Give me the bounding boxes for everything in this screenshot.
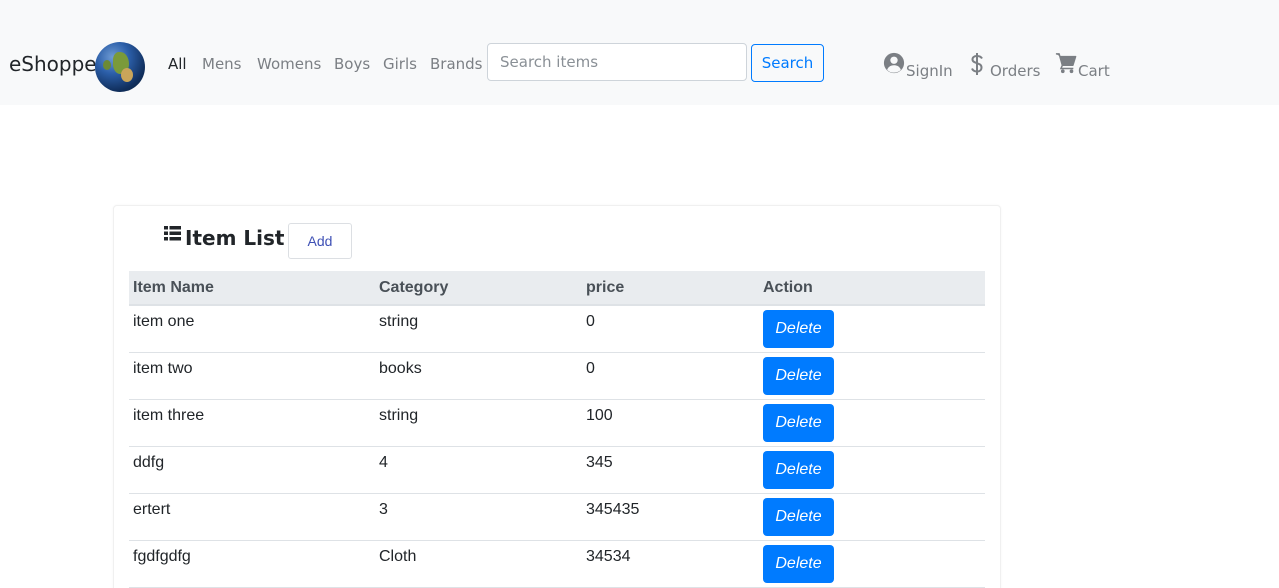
search-button[interactable]: Search [751, 44, 824, 82]
column-header-price: price [582, 271, 759, 306]
delete-button[interactable]: Delete [763, 310, 834, 348]
delete-button[interactable]: Delete [763, 450, 834, 489]
item-name-cell: ertert [129, 493, 375, 541]
cart-link[interactable]: Cart [1055, 52, 1111, 80]
cart-icon [1055, 52, 1077, 78]
action-cell: Delete [759, 352, 985, 400]
price-cell: 0 [582, 305, 759, 353]
nav-link-brands[interactable]: Brands [430, 55, 483, 73]
table-row: item three string 100 Delete [129, 399, 985, 447]
action-cell: Delete [759, 446, 985, 494]
cart-label: Cart [1078, 62, 1110, 80]
items-table: Item Name Category price Action item one… [129, 271, 985, 588]
nav-link-mens[interactable]: Mens [202, 55, 242, 73]
category-cell: string [375, 399, 582, 447]
column-header-item-name: Item Name [129, 271, 375, 306]
nav-link-womens[interactable]: Womens [257, 55, 321, 73]
delete-button[interactable]: Delete [763, 403, 834, 442]
column-header-action: Action [759, 271, 985, 306]
item-name-cell: ddfg [129, 446, 375, 494]
brand-name[interactable]: eShopper [9, 52, 105, 76]
add-item-button[interactable]: Add [288, 223, 352, 259]
category-cell: Cloth [375, 540, 582, 588]
table-row: item one string 0 Delete [129, 305, 985, 353]
user-circle-icon [883, 52, 905, 78]
table-row: ertert 3 345435 Delete [129, 493, 985, 541]
table-row: item two books 0 Delete [129, 352, 985, 400]
item-name-cell: item one [129, 305, 375, 353]
action-cell: Delete [759, 305, 985, 353]
delete-button[interactable]: Delete [763, 544, 834, 583]
category-cell: 3 [375, 493, 582, 541]
action-cell: Delete [759, 540, 985, 588]
item-name-cell: item two [129, 352, 375, 400]
category-cell: books [375, 352, 582, 400]
list-icon [164, 226, 181, 246]
price-cell: 345 [582, 446, 759, 494]
nav-link-girls[interactable]: Girls [383, 55, 417, 73]
item-name-cell: fgdfgdfg [129, 540, 375, 588]
price-cell: 34534 [582, 540, 759, 588]
category-cell: 4 [375, 446, 582, 494]
delete-button[interactable]: Delete [763, 356, 834, 395]
globe-logo-icon[interactable] [95, 42, 145, 92]
orders-link[interactable]: Orders [970, 52, 1042, 80]
item-name-cell: item three [129, 399, 375, 447]
signin-label: SignIn [906, 62, 953, 80]
table-header-row: Item Name Category price Action [129, 271, 985, 306]
action-cell: Delete [759, 493, 985, 541]
column-header-category: Category [375, 271, 582, 306]
price-cell: 0 [582, 352, 759, 400]
action-cell: Delete [759, 399, 985, 447]
orders-label: Orders [990, 62, 1041, 80]
nav-link-all[interactable]: All [168, 55, 187, 73]
category-cell: string [375, 305, 582, 353]
item-list-title: Item List [185, 226, 285, 250]
navbar: eShopper All Mens Womens Boys Girls Bran… [0, 0, 1279, 105]
search-input[interactable] [487, 43, 747, 81]
delete-button[interactable]: Delete [763, 497, 834, 536]
signin-link[interactable]: SignIn [883, 52, 953, 80]
table-row: fgdfgdfg Cloth 34534 Delete [129, 540, 985, 588]
price-cell: 345435 [582, 493, 759, 541]
table-row: ddfg 4 345 Delete [129, 446, 985, 494]
dollar-icon [970, 52, 984, 80]
price-cell: 100 [582, 399, 759, 447]
nav-link-boys[interactable]: Boys [334, 55, 370, 73]
